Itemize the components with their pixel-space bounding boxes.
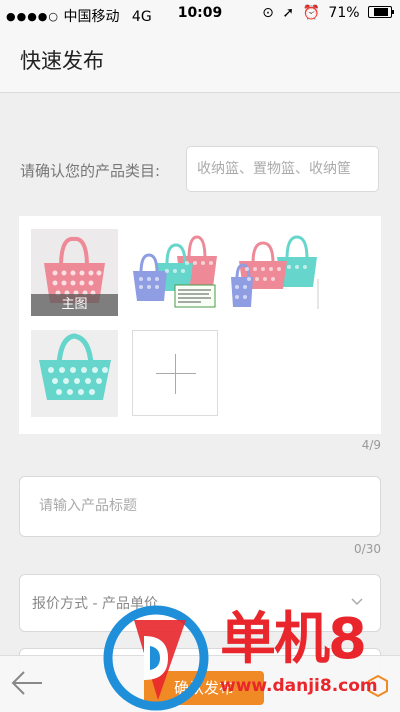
teal-basket-image	[39, 333, 111, 400]
status-icons: ⊙ ➚ ⏰ 71%	[258, 5, 394, 21]
title-bar: 快速发布	[0, 28, 400, 93]
watermark-logo	[103, 605, 209, 711]
status-bar: ●●●●○ 中国移动 4G 10:09 ⊙ ➚ ⏰ 71%	[0, 0, 400, 28]
title-char-count: 0/30	[354, 542, 381, 556]
watermark-text: 单机8	[220, 607, 367, 672]
watermark-url: www.danji8.com	[220, 676, 378, 696]
page-title: 快速发布	[20, 49, 104, 73]
product-image-1[interactable]: 主图	[31, 229, 118, 316]
watermark: 单机8 www.danji8.com	[98, 600, 398, 711]
stacked-baskets-image	[231, 235, 319, 309]
image-panel: 主图	[19, 216, 381, 434]
product-image-2[interactable]	[131, 229, 218, 316]
battery-icon	[368, 6, 394, 18]
add-image-button[interactable]	[132, 330, 218, 416]
product-image-4[interactable]	[31, 330, 118, 417]
main-image-tag: 主图	[31, 294, 118, 316]
back-arrow-icon[interactable]	[10, 668, 44, 698]
three-baskets-image	[133, 235, 217, 308]
product-title-input[interactable]: 请输入产品标题	[19, 476, 381, 537]
product-image-3[interactable]	[231, 229, 319, 316]
alarm-icon: ⏰	[302, 5, 320, 21]
category-field[interactable]: 收纳篮、置物篮、收纳筐	[186, 146, 379, 192]
rotation-lock-icon: ⊙	[262, 5, 274, 21]
battery-percent: 71%	[328, 5, 360, 21]
image-count: 4/9	[361, 438, 381, 452]
category-label: 请确认您的产品类目:	[20, 162, 161, 180]
location-icon: ➚	[282, 5, 295, 21]
